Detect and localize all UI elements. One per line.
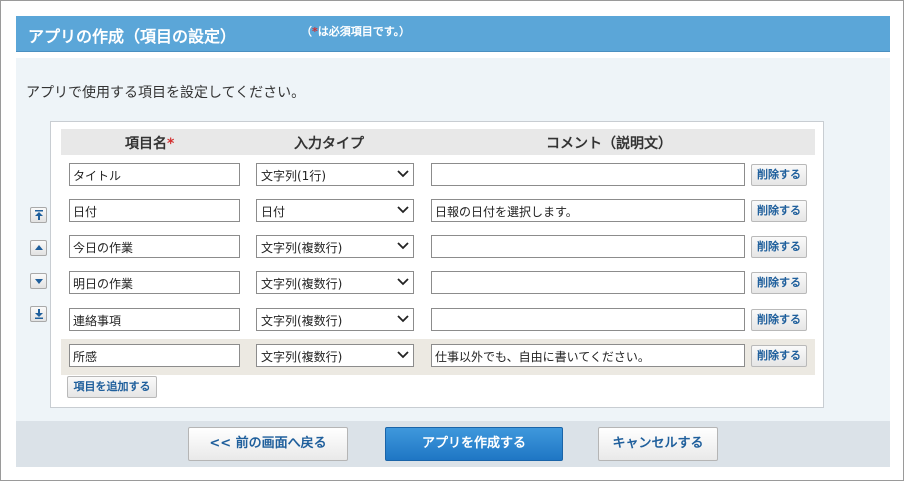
item-table: 項目名* 入力タイプ コメント（説明文） タイトル 文字列(1行) 削除する 日付 日付… xyxy=(50,121,824,408)
chevron-down-icon xyxy=(397,351,409,359)
move-bottom-icon xyxy=(35,309,43,319)
delete-button[interactable]: 削除する xyxy=(751,200,807,222)
table-row: 今日の作業 文字列(複数行) 削除する xyxy=(61,230,815,266)
delete-button[interactable]: 削除する xyxy=(751,345,807,367)
cancel-button[interactable]: キャンセルする xyxy=(598,427,718,461)
table-row: 連絡事項 文字列(複数行) 削除する xyxy=(61,303,815,339)
input-type-select[interactable]: 文字列(複数行) xyxy=(256,271,414,294)
item-name-field[interactable]: 今日の作業 xyxy=(69,235,240,258)
move-up-icon xyxy=(35,245,43,250)
move-up-button[interactable] xyxy=(30,240,47,256)
input-type-select[interactable]: 文字列(複数行) xyxy=(256,344,414,367)
create-app-button[interactable]: アプリを作成する xyxy=(385,427,563,461)
required-mark: * xyxy=(167,136,175,152)
chevron-down-icon xyxy=(397,242,409,250)
item-name-field[interactable]: 所感 xyxy=(69,344,240,367)
comment-field[interactable] xyxy=(431,235,745,258)
chevron-down-icon xyxy=(397,206,409,214)
table-row: タイトル 文字列(1行) 削除する xyxy=(61,158,815,194)
item-name-field[interactable]: 明日の作業 xyxy=(69,271,240,294)
chevron-down-icon xyxy=(397,170,409,178)
input-type-select[interactable]: 文字列(複数行) xyxy=(256,308,414,331)
chevron-down-icon xyxy=(397,315,409,323)
move-down-button[interactable] xyxy=(30,273,47,289)
required-note-open: （ xyxy=(301,25,312,38)
move-top-icon xyxy=(35,210,43,220)
settings-panel: アプリで使用する項目を設定してください。 項目名* 入力タイプ コメント（説明文… xyxy=(16,58,890,421)
table-row: 明日の作業 文字列(複数行) 削除する xyxy=(61,266,815,302)
footer-bar: << 前の画面へ戻る アプリを作成する キャンセルする xyxy=(16,421,890,467)
delete-button[interactable]: 削除する xyxy=(751,272,807,294)
move-bottom-button[interactable] xyxy=(30,306,47,322)
input-type-value: 文字列(複数行) xyxy=(261,350,343,364)
input-type-select[interactable]: 文字列(複数行) xyxy=(256,235,414,258)
table-row: 日付 日付 日報の日付を選択します。 削除する xyxy=(61,194,815,230)
required-note: （*は必須項目です。） xyxy=(301,23,410,39)
input-type-value: 文字列(複数行) xyxy=(261,277,343,291)
input-type-value: 文字列(1行) xyxy=(261,169,326,183)
item-name-field[interactable]: タイトル xyxy=(69,163,240,186)
table-header: 項目名* 入力タイプ コメント（説明文） xyxy=(61,129,815,155)
delete-button[interactable]: 削除する xyxy=(751,164,807,186)
delete-button[interactable]: 削除する xyxy=(751,236,807,258)
comment-field[interactable] xyxy=(431,308,745,331)
page-title: アプリの作成（項目の設定） xyxy=(28,27,237,46)
input-type-value: 文字列(複数行) xyxy=(261,314,343,328)
col-comment: コメント（説明文） xyxy=(546,136,672,152)
delete-button[interactable]: 削除する xyxy=(751,309,807,331)
move-down-icon xyxy=(35,279,43,284)
chevron-down-icon xyxy=(397,278,409,286)
move-top-button[interactable] xyxy=(30,207,47,223)
instruction-text: アプリで使用する項目を設定してください。 xyxy=(26,85,306,101)
comment-field[interactable]: 仕事以外でも、自由に書いてください。 xyxy=(431,344,745,367)
item-name-field[interactable]: 日付 xyxy=(69,199,240,222)
col-input-type: 入力タイプ xyxy=(294,136,364,152)
back-button[interactable]: << 前の画面へ戻る xyxy=(188,427,348,461)
input-type-value: 日付 xyxy=(261,205,286,219)
table-row: 所感 文字列(複数行) 仕事以外でも、自由に書いてください。 削除する xyxy=(61,339,815,375)
comment-field[interactable] xyxy=(431,271,745,294)
input-type-select[interactable]: 文字列(1行) xyxy=(256,163,414,186)
input-type-select[interactable]: 日付 xyxy=(256,199,414,222)
app-window: アプリの作成（項目の設定） （*は必須項目です。） アプリで使用する項目を設定し… xyxy=(0,0,904,481)
item-name-field[interactable]: 連絡事項 xyxy=(69,308,240,331)
comment-field[interactable]: 日報の日付を選択します。 xyxy=(431,199,745,222)
col-item-name: 項目名* xyxy=(125,133,174,153)
input-type-value: 文字列(複数行) xyxy=(261,241,343,255)
add-item-button[interactable]: 項目を追加する xyxy=(67,376,157,398)
required-note-text: は必須項目です。） xyxy=(317,25,411,38)
page-header: アプリの作成（項目の設定） （*は必須項目です。） xyxy=(16,16,890,52)
col-item-name-label: 項目名 xyxy=(125,136,167,152)
comment-field[interactable] xyxy=(431,163,745,186)
